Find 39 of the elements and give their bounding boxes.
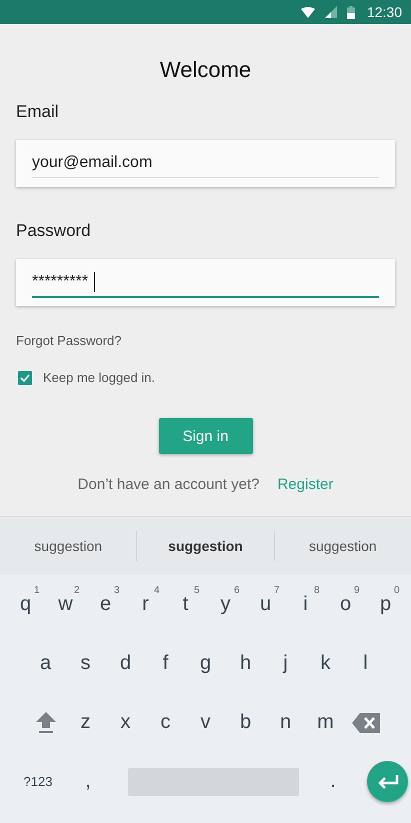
field-label: Password [16,221,91,241]
input-field[interactable]: ********* [16,259,395,306]
status-time: 12:30 [366,4,402,20]
key[interactable]: s [66,644,106,684]
field-label: Email [16,102,59,122]
symbols-key[interactable]: ?123 [8,762,68,802]
shift-icon[interactable] [36,712,56,734]
key[interactable]: , [68,762,108,802]
key[interactable]: l [346,644,386,684]
key[interactable]: . [313,762,353,802]
backspace-icon[interactable] [352,712,380,732]
key[interactable]: d [106,644,146,684]
key[interactable]: k [306,644,346,684]
enter-icon[interactable] [376,774,398,788]
key[interactable]: f [146,644,186,684]
key[interactable]: x [106,702,146,742]
forgot-password-link[interactable]: Forgot Password? [16,333,122,348]
signal-icon [324,6,337,18]
battery-icon [346,6,355,18]
suggestion[interactable]: suggestion [0,538,136,554]
key[interactable]: m [306,702,346,742]
suggestion[interactable]: suggestion [137,538,274,554]
key[interactable]: n [266,702,306,742]
suggestion[interactable]: suggestion [274,538,411,554]
input-field[interactable]: your@email.com [16,140,395,187]
key[interactable]: j [266,644,306,684]
checkbox[interactable] [18,370,32,384]
key[interactable]: a [26,644,66,684]
key[interactable]: v [186,702,226,742]
enter-button[interactable] [367,761,408,802]
checkbox-label: Keep me logged in. [43,370,156,385]
page-title: Welcome [160,57,252,83]
key[interactable]: h [226,644,266,684]
wifi-icon [300,6,315,18]
key[interactable]: g [186,644,226,684]
register-prompt: Don’t have an account yet? [78,476,260,493]
key[interactable]: z [66,702,106,742]
key[interactable]: b [226,702,266,742]
key[interactable]: c [146,702,186,742]
